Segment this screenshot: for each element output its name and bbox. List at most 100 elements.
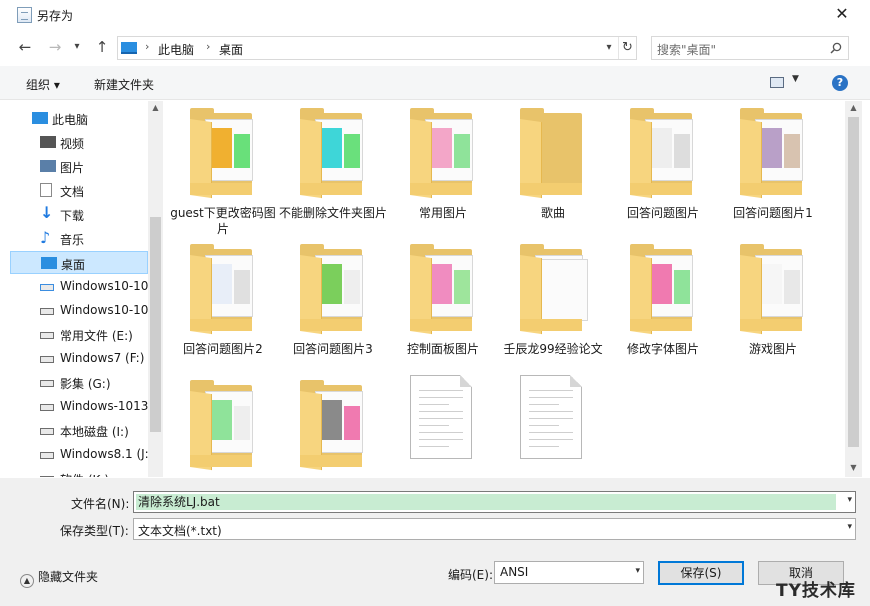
filename-value[interactable]: 清除系统LJ.bat (136, 494, 836, 510)
folder-icon (740, 108, 803, 199)
folder-preview (425, 119, 473, 181)
chevron-right-icon[interactable]: › (145, 40, 149, 53)
scroll-up-icon[interactable]: ▲ (148, 103, 163, 112)
file-name: guest下更改密码图片 (170, 206, 276, 236)
file-name: 控制面板图片 (406, 342, 479, 356)
pc-icon (121, 42, 137, 54)
drive-icon (40, 356, 54, 363)
nav-item[interactable]: 此电脑 (10, 107, 148, 130)
nav-item-label: 视频 (60, 137, 85, 151)
windows-drive-icon (40, 284, 54, 291)
file-name: 游戏图片 (748, 342, 797, 356)
organize-button[interactable]: 组织 ▾ (26, 76, 60, 93)
folder-item[interactable]: 控制面板图片 (388, 237, 498, 367)
folder-icon (190, 108, 253, 199)
folder-item[interactable] (168, 373, 278, 477)
search-placeholder: 搜索"桌面" (657, 43, 717, 57)
hide-folders-button[interactable]: ▲ 隐藏文件夹 (20, 568, 98, 588)
help-icon[interactable]: ? (832, 75, 848, 91)
breadcrumb-desktop[interactable]: 桌面 (219, 41, 243, 58)
folder-item[interactable]: guest下更改密码图片 (168, 101, 278, 236)
close-button[interactable]: ✕ (832, 4, 852, 24)
nav-item[interactable]: Windows-1013 (10, 395, 148, 418)
filetype-select[interactable]: 文本文档(*.txt) ▾ (133, 518, 856, 540)
nav-item[interactable]: 常用文件 (E:) (10, 323, 148, 346)
folder-item[interactable]: 回答问题图片 (608, 101, 718, 231)
nav-item-label: 常用文件 (E:) (60, 329, 133, 343)
scroll-up-icon[interactable]: ▲ (845, 103, 862, 112)
nav-item[interactable]: Windows7 (F:) (10, 347, 148, 370)
filename-field[interactable]: 清除系统LJ.bat ▾ (133, 491, 856, 513)
file-item[interactable] (498, 373, 608, 477)
nav-item[interactable]: Windows10-10 (10, 299, 148, 322)
address-bar[interactable]: › 此电脑 › 桌面 ▾ ↻ (117, 36, 637, 60)
folder-icon (630, 244, 693, 335)
view-options-icon[interactable] (770, 77, 784, 88)
nav-item[interactable]: ♪ 音乐 (10, 227, 148, 250)
folder-icon (410, 108, 473, 199)
download-icon: ↓ (40, 203, 54, 222)
filename-label: 文件名(N): (71, 497, 130, 511)
scrollbar-thumb[interactable] (848, 117, 859, 447)
nav-item[interactable]: 本地磁盘 (I:) (10, 419, 148, 442)
nav-item[interactable]: Windows8.1 (J: (10, 443, 148, 466)
chevron-down-icon[interactable]: ▾ (847, 495, 852, 505)
nav-item-label: 桌面 (61, 258, 86, 272)
folder-preview (540, 259, 588, 321)
command-bar: 组织 ▾ 新建文件夹 ▼ ? (0, 66, 870, 100)
folder-item[interactable]: 回答问题图片1 (718, 101, 828, 231)
file-name: 回答问题图片1 (733, 206, 813, 220)
chevron-down-icon[interactable]: ▾ (601, 39, 617, 57)
title-bar: 另存为 ✕ (0, 0, 870, 31)
new-folder-button[interactable]: 新建文件夹 (94, 76, 154, 93)
chevron-down-icon[interactable]: ▼ (792, 74, 799, 84)
chevron-down-icon[interactable]: ▾ (635, 566, 640, 576)
drive-icon (40, 380, 54, 387)
breadcrumb-this-pc[interactable]: 此电脑 (158, 41, 194, 58)
scroll-down-icon[interactable]: ▼ (845, 463, 862, 472)
folder-item[interactable]: 回答问题图片3 (278, 237, 388, 367)
folder-item[interactable]: 回答问题图片2 (168, 237, 278, 367)
nav-item[interactable]: 视频 (10, 131, 148, 154)
save-button[interactable]: 保存(S) (658, 561, 744, 585)
folder-item[interactable] (278, 373, 388, 477)
nav-item-label: 软件 (K:) (60, 471, 109, 477)
folder-item[interactable]: 不能删除文件夹图片 (278, 101, 388, 231)
chevron-down-icon[interactable]: ▾ (847, 522, 852, 532)
folder-item[interactable]: 歌曲 (498, 101, 608, 231)
encoding-select[interactable]: ANSI ▾ (494, 561, 644, 584)
up-button[interactable]: ↑ (91, 36, 113, 58)
picture-icon (40, 160, 56, 172)
drive-icon (40, 308, 54, 315)
navigation-pane-scrollbar[interactable]: ▲ (148, 101, 163, 477)
file-list-scrollbar[interactable]: ▲ ▼ (845, 101, 862, 477)
file-name: 回答问题图片2 (183, 342, 263, 356)
nav-item[interactable]: 文档 (10, 179, 148, 202)
folder-item[interactable]: 常用图片 (388, 101, 498, 231)
nav-item[interactable]: 软件 (K:) (10, 467, 148, 477)
folder-icon (300, 108, 363, 199)
text-file-icon (410, 375, 472, 459)
nav-item[interactable]: 影集 (G:) (10, 371, 148, 394)
back-button[interactable]: ← (14, 36, 36, 58)
recent-locations-button[interactable]: ▾ (66, 36, 88, 58)
folder-item[interactable]: 壬辰龙99经验论文 (498, 237, 608, 367)
nav-item[interactable]: 图片 (10, 155, 148, 178)
file-item[interactable] (388, 373, 498, 477)
folder-item[interactable]: 修改字体图片 (608, 237, 718, 367)
search-input[interactable]: 搜索"桌面" (651, 36, 849, 60)
navigation-pane: 此电脑视频图片 文档 ↓ 下载 ♪ 音乐桌面 Windows10-10 Windows10-1… (10, 101, 148, 477)
forward-button[interactable]: → (44, 36, 66, 58)
nav-item[interactable]: ↓ 下载 (10, 203, 148, 226)
file-list: guest下更改密码图片 不能删除文件夹图片 常用图片 歌曲 回答问题图片 回答问题图片1… (165, 101, 845, 477)
folder-icon (520, 108, 582, 199)
scrollbar-thumb[interactable] (150, 217, 161, 432)
nav-item[interactable]: Windows10-10 (10, 275, 148, 298)
nav-item[interactable]: 桌面 (10, 251, 148, 274)
refresh-icon[interactable]: ↻ (618, 37, 636, 59)
folder-item[interactable]: 游戏图片 (718, 237, 828, 367)
search-icon[interactable] (830, 42, 842, 54)
drive-icon (40, 428, 54, 435)
chevron-right-icon[interactable]: › (206, 40, 210, 53)
collapse-up-icon: ▲ (20, 574, 34, 588)
